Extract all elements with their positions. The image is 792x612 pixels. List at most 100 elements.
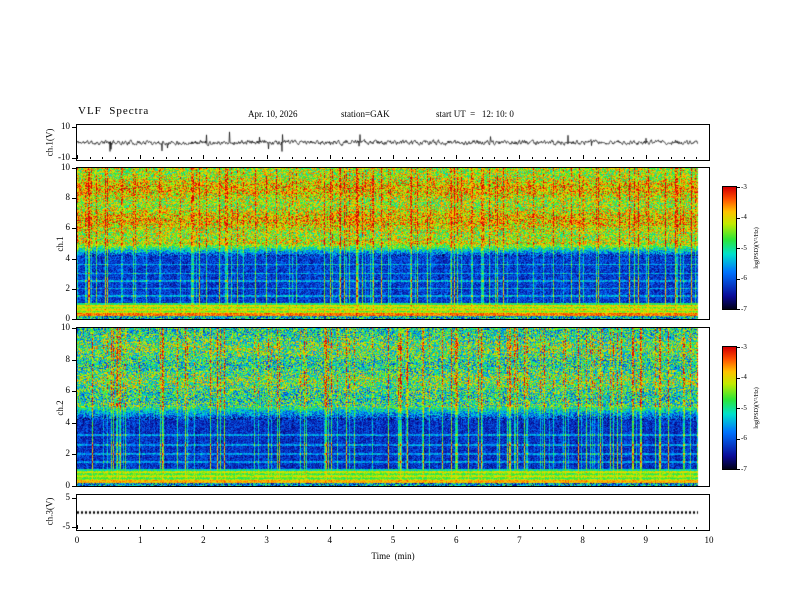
x-tick-mark	[519, 525, 521, 529]
y-tick-mark	[72, 258, 76, 260]
x-minor-tick-mark	[228, 527, 230, 529]
x-minor-tick-mark	[418, 157, 420, 159]
x-minor-tick-mark	[405, 527, 407, 529]
x-minor-tick-mark	[190, 527, 192, 529]
y-tick-label: 10	[61, 322, 70, 332]
colorbar-tick-mark	[737, 217, 740, 219]
y-tick-label: 0	[65, 480, 71, 490]
x-tick-mark	[393, 155, 394, 159]
x-tick-mark	[645, 155, 647, 159]
colorbar-tick-mark	[737, 309, 740, 310]
x-minor-tick-mark	[671, 157, 673, 159]
x-minor-tick-mark	[89, 157, 91, 159]
x-minor-tick-mark	[254, 157, 255, 159]
x-tick-mark	[266, 155, 268, 159]
ch3-waveform-ylabel: ch.3(V)	[44, 497, 55, 526]
x-minor-tick-mark	[443, 157, 445, 159]
y-tick-label: 10	[61, 120, 70, 131]
x-minor-tick-mark	[658, 527, 660, 529]
ch1-spectrogram-ylabel: ch.1 Frequency (kHz)	[33, 164, 98, 324]
ch2-colorbar-canvas	[723, 347, 736, 469]
x-tick-mark	[456, 525, 458, 529]
y-tick-mark	[72, 497, 76, 499]
x-minor-tick-mark	[279, 527, 281, 529]
y-tick-mark	[72, 228, 76, 230]
x-minor-tick-mark	[114, 527, 116, 529]
y-tick-mark	[72, 288, 76, 290]
x-tick-mark	[329, 155, 331, 159]
ch1-spectrogram-panel	[76, 167, 710, 320]
x-minor-tick-mark	[165, 527, 167, 529]
colorbar-tick-mark	[737, 408, 740, 409]
x-minor-tick-mark	[468, 157, 470, 159]
x-minor-tick-mark	[544, 157, 546, 159]
x-minor-tick-mark	[532, 157, 533, 159]
y-tick-mark	[72, 527, 76, 529]
x-tick-label: 6	[453, 535, 459, 545]
y-tick-mark	[72, 422, 76, 424]
x-minor-tick-mark	[228, 157, 230, 159]
colorbar-tick-mark	[737, 347, 740, 348]
x-minor-tick-mark	[114, 157, 116, 159]
x-minor-tick-mark	[494, 157, 496, 159]
x-minor-tick-mark	[506, 157, 508, 159]
ch2-spectrogram-ylabel: ch.2 Frequency (kHz)	[33, 328, 98, 488]
colorbar-tick-label: -4	[741, 373, 747, 381]
x-minor-tick-mark	[633, 157, 635, 159]
x-tick-mark	[140, 525, 142, 529]
y-tick-label: -10	[58, 152, 70, 163]
ch2-spectrogram-panel	[76, 327, 710, 487]
y-tick-mark	[72, 198, 76, 200]
x-tick-mark	[519, 155, 521, 159]
x-minor-tick-mark	[620, 157, 622, 159]
ch2-spectrogram-ylabel-channel: ch.2	[55, 400, 65, 416]
x-tick-mark	[329, 525, 331, 529]
x-minor-tick-mark	[418, 527, 420, 529]
x-minor-tick-mark	[241, 527, 243, 529]
ch2-spectrogram-canvas	[77, 328, 709, 486]
colorbar-tick-mark	[737, 187, 740, 188]
y-tick-mark	[72, 319, 76, 320]
colorbar-tick-label: -4	[741, 213, 747, 221]
y-tick-label: 4	[65, 416, 71, 427]
colorbar-tick-label: -7	[741, 304, 747, 313]
x-minor-tick-mark	[683, 157, 685, 159]
ch1-colorbar	[722, 186, 737, 310]
colorbar-tick-mark	[737, 248, 740, 249]
x-tick-mark	[266, 525, 268, 529]
x-minor-tick-mark	[367, 157, 369, 159]
x-minor-tick-mark	[430, 527, 432, 529]
x-tick-label: 2	[201, 535, 206, 545]
y-tick-label: 5	[65, 491, 71, 502]
x-minor-tick-mark	[481, 527, 483, 529]
x-minor-tick-mark	[468, 527, 470, 529]
x-tick-mark	[393, 525, 394, 529]
x-minor-tick-mark	[304, 527, 306, 529]
x-tick-label: 4	[327, 535, 333, 545]
x-minor-tick-mark	[127, 157, 129, 159]
colorbar-tick-label: -7	[741, 464, 747, 473]
x-minor-tick-mark	[178, 527, 180, 529]
y-tick-label: 8	[65, 192, 71, 203]
x-tick-mark	[456, 155, 458, 159]
colorbar-tick-label: -6	[741, 434, 747, 442]
x-minor-tick-mark	[216, 527, 217, 529]
x-minor-tick-mark	[216, 157, 217, 159]
y-tick-label: -5	[62, 521, 71, 532]
x-minor-tick-mark	[570, 527, 571, 529]
y-tick-label: 8	[65, 353, 71, 364]
x-minor-tick-mark	[557, 527, 559, 529]
x-minor-tick-mark	[506, 527, 508, 529]
figure-start-ut: start UT = 12: 10: 0	[436, 109, 514, 119]
colorbar-tick-label: -3	[741, 182, 747, 191]
y-tick-label: 6	[65, 385, 71, 396]
colorbar-tick-label: -5	[741, 243, 747, 252]
x-tick-label: 1	[137, 535, 143, 545]
x-tick-label: 8	[580, 535, 585, 545]
colorbar-tick-mark	[737, 438, 740, 440]
y-tick-mark	[72, 168, 76, 169]
x-minor-tick-mark	[620, 527, 622, 529]
x-axis-label: Time (min)	[371, 551, 415, 561]
x-tick-label: 7	[517, 535, 522, 545]
ch1-spectrogram-ylabel-channel: ch.1	[55, 236, 65, 252]
